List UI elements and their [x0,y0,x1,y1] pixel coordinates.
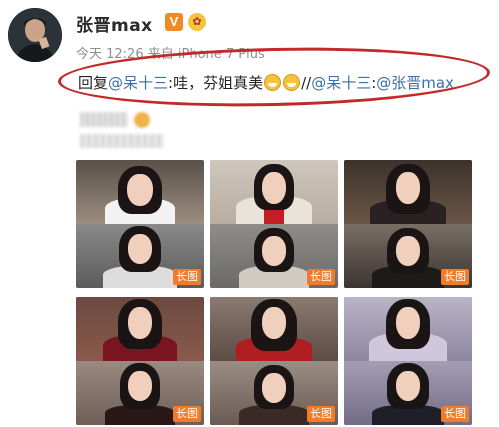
long-image-badge: 长图 [441,406,469,422]
image-tile[interactable]: 长图 [210,160,338,288]
mention-link[interactable]: @呆十三 [311,72,371,93]
blurred-text [80,134,164,148]
image-tile[interactable]: 长图 [76,160,204,288]
avatar[interactable] [8,8,62,62]
reply-body: :哇，芬姐真美 [168,74,264,92]
image-tile[interactable]: 长图 [344,160,472,288]
long-image-badge: 长图 [173,406,201,422]
avatar-photo [8,8,62,62]
repost-separator: // [301,73,312,92]
long-image-badge: 长图 [307,406,335,422]
grin-emoji-icon [283,74,301,91]
image-grid: 长图 长图 长图 长图 长图 长图 [76,160,488,427]
mention-link[interactable]: @张晋max [376,72,454,93]
image-tile[interactable]: 长图 [76,297,204,425]
blurred-username [80,112,128,127]
image-tile[interactable]: 长图 [210,297,338,425]
fan-badge-icon: ✿ [188,13,206,31]
long-image-badge: 长图 [173,269,201,285]
username[interactable]: 张晋max [76,11,153,36]
grin-emoji-icon [264,74,282,91]
long-image-badge: 长图 [307,269,335,285]
blurred-badge-icon [134,112,150,128]
verified-badge-icon: V [165,13,183,31]
long-image-badge: 长图 [441,269,469,285]
reply-prefix: 回复 [78,74,109,92]
mention-link[interactable]: @呆十三 [108,72,168,93]
reply-text: 回复 @呆十三 :哇，芬姐真美 // @呆十三 : @张晋max [78,72,454,93]
image-tile[interactable]: 长图 [344,297,472,425]
